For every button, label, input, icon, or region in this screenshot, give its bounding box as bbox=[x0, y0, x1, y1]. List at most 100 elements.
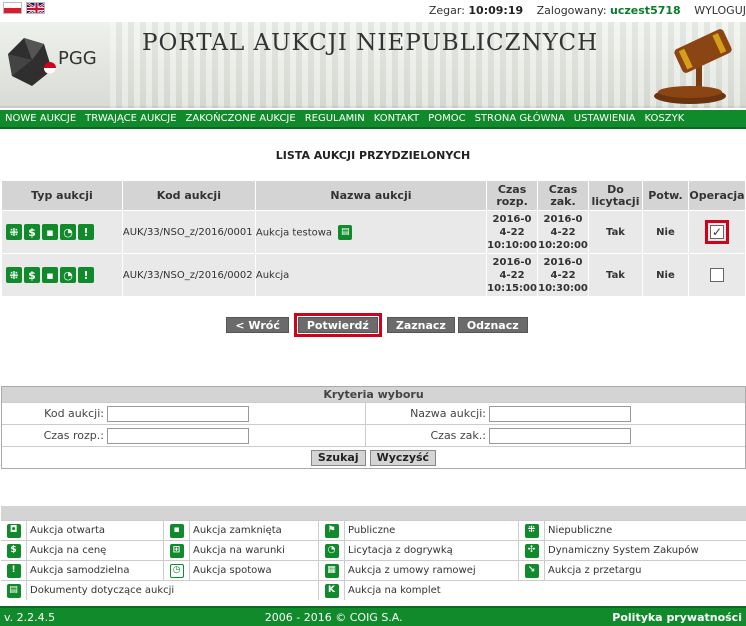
set-icon: K bbox=[324, 583, 339, 598]
legend-label: Aukcja na cenę bbox=[30, 545, 107, 556]
criteria-cell: Kod aukcji: bbox=[2, 403, 366, 424]
status-bar: Zegar: 10:09:19 Zalogowany: uczest5718 W… bbox=[429, 4, 746, 17]
menu-item-settings[interactable]: Ustawienia bbox=[574, 113, 636, 124]
legend-label: Licytacja z dogrywką bbox=[348, 545, 453, 556]
legend-row: ▤ Dokumenty dotyczące aukcji K Aukcja na k… bbox=[1, 580, 746, 600]
end-time: 10:30:00 bbox=[538, 282, 588, 294]
menu-item-cart[interactable]: Koszyk bbox=[645, 113, 685, 124]
end-date: 2016-04-22 bbox=[543, 256, 583, 281]
ops-cell bbox=[687, 253, 746, 297]
standalone-icon: ! bbox=[78, 224, 94, 240]
start-cell: 2016-04-22 10:10:00 bbox=[486, 210, 539, 254]
bid-cell: Tak bbox=[588, 210, 643, 254]
criteria-row: Czas rozp.: Czas zak.: bbox=[2, 424, 745, 446]
clear-button[interactable]: Wyczyść bbox=[369, 449, 437, 466]
standalone-icon: ! bbox=[78, 267, 94, 283]
menu-item-finished-auctions[interactable]: Zakończone aukcje bbox=[186, 113, 296, 124]
criteria-cell: Czas rozp.: bbox=[2, 425, 366, 446]
back-button[interactable]: < Wróć bbox=[226, 317, 289, 333]
legend-label: Niepubliczne bbox=[548, 525, 613, 536]
auction-name[interactable]: Aukcja bbox=[256, 270, 289, 281]
document-icon: ▤ bbox=[6, 583, 21, 598]
type-cell: ⁜ $ ▪ ◔ ! bbox=[1, 210, 123, 254]
start-cell: 2016-04-22 10:15:00 bbox=[486, 253, 539, 297]
code-input[interactable] bbox=[107, 406, 249, 422]
legend-label: Publiczne bbox=[348, 525, 396, 536]
privacy-link[interactable]: Polityka prywatności bbox=[612, 611, 742, 624]
search-button[interactable]: Szukaj bbox=[310, 449, 366, 466]
version: v. 2.2.4.5 bbox=[4, 610, 56, 624]
banner: PGG PORTAL AUKCJI NIEPUBLICZNYCH bbox=[0, 22, 746, 108]
menu-item-rules[interactable]: Regulamin bbox=[305, 113, 365, 124]
confirm-button[interactable]: Potwierdź bbox=[293, 313, 382, 337]
legend-row: ! Aukcja samodzielna ◷ Aukcja spotowa ▦ Auk… bbox=[1, 560, 746, 580]
clock-value: 10:09:19 bbox=[468, 4, 524, 17]
nonpublic-icon: ⁜ bbox=[524, 523, 539, 538]
ops-cell: ✓ bbox=[687, 210, 746, 254]
name-cell: Aukcja testowa ▤ bbox=[254, 210, 488, 254]
nonpublic-icon: ⁜ bbox=[6, 224, 22, 240]
menu-item-contact[interactable]: Kontakt bbox=[374, 113, 419, 124]
menu-item-ongoing-auctions[interactable]: Trwające aukcje bbox=[85, 113, 176, 124]
legend-item: ◘ Aukcja otwarta bbox=[1, 521, 164, 540]
end-input[interactable] bbox=[489, 428, 631, 444]
legend-label: Aukcja otwarta bbox=[30, 525, 106, 536]
footer: v. 2.2.4.5 2006 - 2016 © COIG S.A. Polit… bbox=[0, 606, 746, 626]
end-time: 10:20:00 bbox=[538, 239, 588, 251]
header-end: Czas zak. bbox=[537, 180, 590, 211]
start-input[interactable] bbox=[107, 428, 249, 444]
cart-icon: ⊞ bbox=[169, 543, 184, 558]
start-date: 2016-04-22 bbox=[492, 213, 532, 238]
deselect-button[interactable]: Odznacz bbox=[457, 317, 528, 333]
name-input[interactable] bbox=[489, 406, 631, 422]
row-checkbox[interactable]: ✓ bbox=[704, 220, 729, 244]
document-icon[interactable]: ▤ bbox=[338, 224, 353, 240]
name-cell: Aukcja bbox=[254, 253, 488, 297]
menu-item-new-auctions[interactable]: Nowe aukcje bbox=[5, 113, 76, 124]
bid-cell: Tak bbox=[588, 253, 643, 297]
start-label: Czas rozp.: bbox=[43, 429, 104, 442]
header-type: Typ aukcji bbox=[1, 180, 123, 211]
select-button[interactable]: Zaznacz bbox=[386, 317, 455, 333]
auctions-table: Typ aukcji Kod aukcji Nazwa aukcji Czas … bbox=[1, 180, 746, 297]
standalone-icon: ! bbox=[6, 563, 21, 578]
header-start: Czas rozp. bbox=[486, 180, 539, 211]
header-name: Nazwa aukcji bbox=[254, 180, 488, 211]
end-date: 2016-04-22 bbox=[543, 213, 583, 238]
logout-link[interactable]: WYLOGUJ bbox=[694, 4, 746, 17]
auction-name[interactable]: Aukcja testowa bbox=[256, 227, 332, 238]
portal-title: PORTAL AUKCJI NIEPUBLICZNYCH bbox=[142, 30, 599, 56]
legend-label: Dynamiczny System Zakupów bbox=[548, 545, 699, 556]
row-checkbox[interactable] bbox=[709, 268, 724, 282]
polish-flag-icon[interactable] bbox=[3, 2, 22, 14]
menu-item-help[interactable]: Pomoc bbox=[428, 113, 465, 124]
legend-label: Aukcja samodzielna bbox=[30, 565, 130, 576]
copyright: 2006 - 2016 © COIG S.A. bbox=[264, 610, 403, 624]
type-icons: ⁜ $ ▪ ◔ ! bbox=[2, 267, 122, 283]
header: Zegar: 10:09:19 Zalogowany: uczest5718 W… bbox=[0, 0, 746, 110]
confirmed-cell: Nie bbox=[641, 210, 689, 254]
username: uczest5718 bbox=[610, 4, 681, 17]
overtime-icon: ◔ bbox=[60, 267, 76, 283]
criteria-row: Kod aukcji: Nazwa aukcji: bbox=[2, 402, 745, 424]
menu-item-home[interactable]: Strona główna bbox=[475, 113, 565, 124]
flag-icon: ⚑ bbox=[324, 523, 339, 538]
overtime-icon: ◔ bbox=[324, 543, 339, 558]
legend-item: ▪ Aukcja zamknięta bbox=[164, 521, 319, 540]
legend-label: Aukcja z przetargu bbox=[548, 565, 642, 576]
criteria-title: Kryteria wyboru bbox=[2, 387, 745, 402]
legend-item: ⊞ Aukcja na warunki bbox=[164, 541, 319, 560]
uk-flag-graphic bbox=[27, 3, 44, 13]
end-cell: 2016-04-22 10:20:00 bbox=[537, 210, 590, 254]
overtime-icon: ◔ bbox=[60, 224, 76, 240]
legend-item: ▦ Aukcja z umowy ramowej bbox=[319, 561, 519, 580]
tender-icon: ↘ bbox=[524, 563, 539, 578]
action-buttons: < Wróć Potwierdź Zaznacz Odznacz bbox=[0, 313, 746, 337]
english-flag-icon[interactable] bbox=[26, 2, 45, 14]
end-label: Czas zak.: bbox=[430, 429, 486, 442]
legend-label: Aukcja z umowy ramowej bbox=[348, 565, 476, 576]
name-label: Nazwa aukcji: bbox=[410, 407, 486, 420]
legend-label: Aukcja zamknięta bbox=[193, 525, 282, 536]
code-cell: AUK/33/NSO_z/2016/0002 bbox=[121, 253, 256, 297]
legend-item: ⁜ Niepubliczne bbox=[519, 521, 746, 540]
